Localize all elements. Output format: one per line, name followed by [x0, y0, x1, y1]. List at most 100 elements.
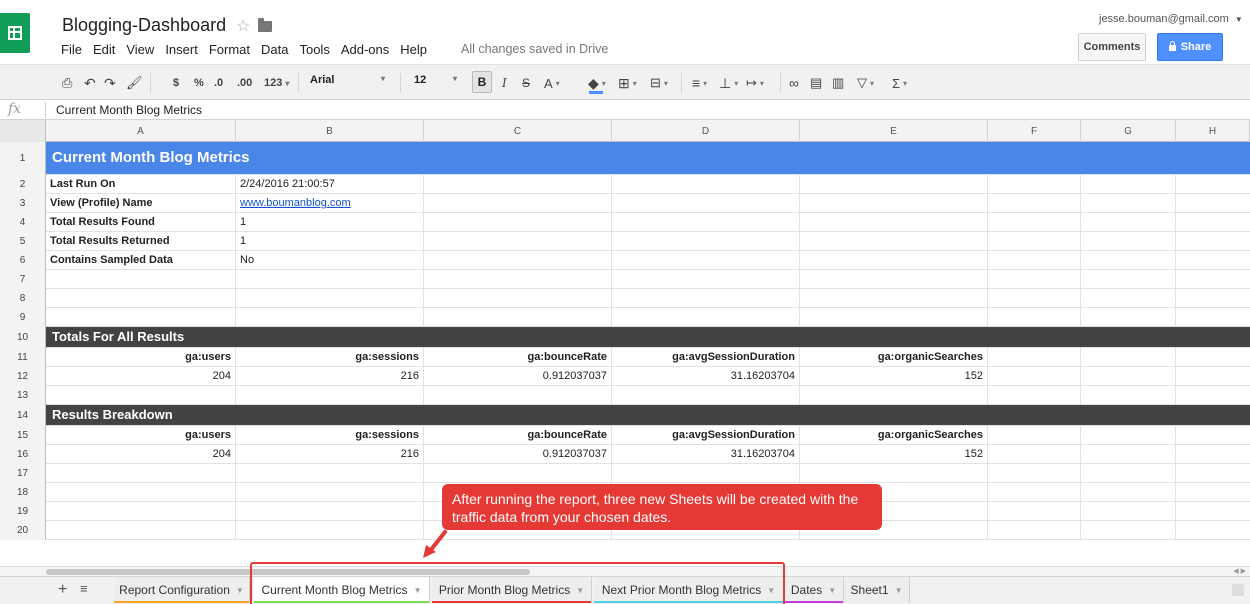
- account-menu[interactable]: jesse.bouman@gmail.com ▼: [1099, 13, 1243, 25]
- cell[interactable]: [424, 232, 612, 251]
- select-all-corner[interactable]: [0, 120, 46, 142]
- cell[interactable]: [46, 464, 236, 483]
- cell[interactable]: [424, 289, 612, 308]
- cell[interactable]: [1081, 464, 1176, 483]
- section-title-totals[interactable]: Totals For All Results: [52, 329, 184, 344]
- cell[interactable]: [988, 386, 1081, 405]
- cell[interactable]: [1081, 348, 1176, 367]
- cell[interactable]: [424, 308, 612, 327]
- formula-input[interactable]: Current Month Blog Metrics: [56, 103, 202, 117]
- cell[interactable]: [988, 483, 1081, 502]
- save-status[interactable]: All changes saved in Drive: [461, 42, 608, 56]
- cell[interactable]: [988, 270, 1081, 289]
- cell[interactable]: [424, 213, 612, 232]
- metric-header-cell[interactable]: ga:bounceRate: [424, 426, 612, 445]
- row-header[interactable]: 12: [0, 367, 46, 386]
- cell[interactable]: [1081, 367, 1176, 386]
- column-header-d[interactable]: D: [612, 120, 800, 142]
- cell[interactable]: [424, 194, 612, 213]
- cell[interactable]: [988, 521, 1081, 540]
- column-header-b[interactable]: B: [236, 120, 424, 142]
- cell-b6[interactable]: No: [236, 251, 424, 270]
- cell[interactable]: [612, 308, 800, 327]
- cell[interactable]: [46, 483, 236, 502]
- cell[interactable]: [612, 213, 800, 232]
- cell[interactable]: [424, 175, 612, 194]
- row-header[interactable]: 13: [0, 386, 46, 405]
- insert-chart-icon[interactable]: ▥: [832, 74, 844, 92]
- cell[interactable]: [800, 175, 988, 194]
- cell[interactable]: [46, 521, 236, 540]
- row-header[interactable]: 14: [0, 405, 46, 426]
- row-header[interactable]: 20: [0, 521, 46, 540]
- percent-format-button[interactable]: %: [194, 74, 204, 92]
- cell[interactable]: [800, 213, 988, 232]
- decrease-decimal-button[interactable]: .0: [214, 74, 223, 92]
- row-header[interactable]: 18: [0, 483, 46, 502]
- cell-a2[interactable]: Last Run On: [46, 175, 236, 194]
- cell[interactable]: [1081, 175, 1176, 194]
- row-header[interactable]: 1: [0, 142, 46, 175]
- cell[interactable]: [800, 270, 988, 289]
- tab-dates[interactable]: Dates ▼: [784, 577, 844, 603]
- menu-tools[interactable]: Tools: [299, 42, 329, 57]
- menu-format[interactable]: Format: [209, 42, 250, 57]
- metric-value-cell[interactable]: 152: [800, 445, 988, 464]
- row-header[interactable]: 16: [0, 445, 46, 464]
- explore-icon[interactable]: [1232, 584, 1244, 596]
- bold-button[interactable]: B: [472, 71, 492, 93]
- column-header-g[interactable]: G: [1081, 120, 1176, 142]
- folder-icon[interactable]: [258, 18, 272, 32]
- metric-value-cell[interactable]: 0.912037037: [424, 367, 612, 386]
- cell[interactable]: [46, 502, 236, 521]
- currency-format-button[interactable]: $: [173, 74, 179, 92]
- metric-value-cell[interactable]: 31.16203704: [612, 445, 800, 464]
- cell[interactable]: [800, 464, 988, 483]
- column-header-a[interactable]: A: [46, 120, 236, 142]
- cell[interactable]: [1081, 213, 1176, 232]
- cell[interactable]: [1081, 483, 1176, 502]
- cell[interactable]: [988, 502, 1081, 521]
- cell-b2[interactable]: 2/24/2016 21:00:57: [236, 175, 424, 194]
- redo-icon[interactable]: ↷: [104, 74, 116, 92]
- column-header-h[interactable]: H: [1176, 120, 1250, 142]
- menu-edit[interactable]: Edit: [93, 42, 115, 57]
- cell[interactable]: [800, 232, 988, 251]
- row-header[interactable]: 7: [0, 270, 46, 289]
- comments-button[interactable]: Comments: [1078, 33, 1146, 61]
- print-icon[interactable]: ⎙: [62, 74, 72, 92]
- cell[interactable]: [424, 464, 612, 483]
- filter-icon[interactable]: ▽ ▾: [857, 74, 874, 92]
- cell[interactable]: [612, 289, 800, 308]
- cell[interactable]: [612, 194, 800, 213]
- cell[interactable]: [1081, 521, 1176, 540]
- horizontal-align-icon[interactable]: ≡ ▾: [692, 74, 707, 92]
- cell[interactable]: [988, 194, 1081, 213]
- metric-header-cell[interactable]: ga:organicSearches: [800, 426, 988, 445]
- vertical-align-icon[interactable]: ⊥ ▾: [719, 74, 738, 92]
- number-format-dropdown[interactable]: 123 ▾: [264, 74, 289, 92]
- share-button[interactable]: Share: [1157, 33, 1223, 61]
- metric-header-cell[interactable]: ga:sessions: [236, 426, 424, 445]
- cell[interactable]: [236, 521, 424, 540]
- row-header[interactable]: 11: [0, 348, 46, 367]
- sheets-logo-icon[interactable]: [0, 13, 30, 53]
- cell[interactable]: [236, 289, 424, 308]
- cell[interactable]: [612, 270, 800, 289]
- merge-cells-icon[interactable]: ⊟ ▾: [650, 74, 668, 92]
- column-header-c[interactable]: C: [424, 120, 612, 142]
- metric-value-cell[interactable]: 31.16203704: [612, 367, 800, 386]
- cell[interactable]: [988, 232, 1081, 251]
- cell[interactable]: [988, 426, 1081, 445]
- profile-link-cell[interactable]: www.boumanblog.com: [236, 194, 424, 213]
- cell[interactable]: [800, 289, 988, 308]
- cell[interactable]: [236, 502, 424, 521]
- row-header[interactable]: 9: [0, 308, 46, 327]
- cell[interactable]: [1081, 502, 1176, 521]
- cell[interactable]: [800, 251, 988, 270]
- metric-header-cell[interactable]: ga:sessions: [236, 348, 424, 367]
- cell[interactable]: [800, 386, 988, 405]
- metric-header-cell[interactable]: ga:users: [46, 348, 236, 367]
- cell[interactable]: [1081, 445, 1176, 464]
- cell[interactable]: [236, 270, 424, 289]
